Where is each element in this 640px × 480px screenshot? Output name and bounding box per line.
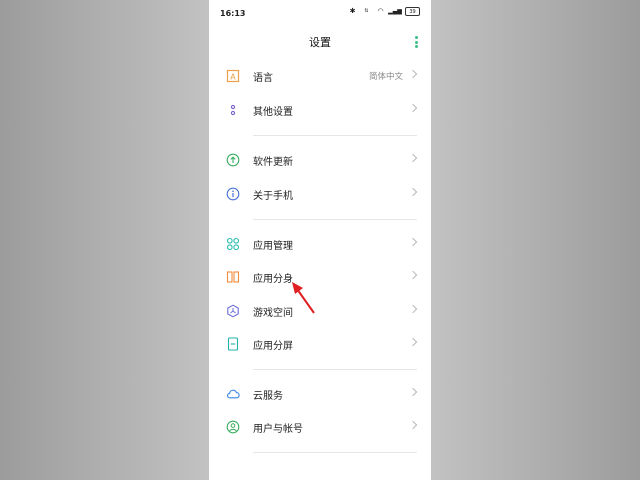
app-clone-icon <box>226 271 240 283</box>
battery-icon: 39 <box>405 7 420 16</box>
divider <box>253 219 417 220</box>
divider <box>253 452 417 453</box>
settings-item-label: 其他设置 <box>253 107 293 118</box>
settings-item-label: 游戏空间 <box>253 308 293 319</box>
settings-item-label: 用户与帐号 <box>253 424 303 435</box>
language-icon: A <box>226 69 240 83</box>
settings-item-label: 关于手机 <box>253 191 293 202</box>
settings-item-language[interactable]: A 语言 简体中文 <box>209 60 431 92</box>
settings-item-other-settings[interactable]: 其他设置 <box>209 94 431 126</box>
status-icons: ✱ ⇅ ◠ ▂▄▆ 39 <box>348 7 420 16</box>
bluetooth-icon: ✱ <box>349 7 356 15</box>
battery-level: 39 <box>409 8 416 15</box>
settings-item-label: 应用管理 <box>253 241 293 252</box>
status-bar: 16:13 ✱ ⇅ ◠ ▂▄▆ 39 <box>209 0 431 26</box>
svg-text:A: A <box>230 73 236 82</box>
chevron-right-icon <box>408 69 418 79</box>
signal-5g-icon: ▂▄▆ <box>388 7 402 15</box>
chevron-right-icon <box>408 304 418 314</box>
page-title: 设置 <box>309 36 331 49</box>
settings-item-label: 应用分屏 <box>253 341 293 352</box>
settings-item-app-clone[interactable]: 应用分身 <box>209 261 431 293</box>
divider <box>253 135 417 136</box>
settings-item-cloud-service[interactable]: 云服务 <box>209 378 431 410</box>
more-settings-icon <box>230 104 236 116</box>
chevron-right-icon <box>408 337 418 347</box>
settings-item-app-management[interactable]: 应用管理 <box>209 228 431 260</box>
app-grid-icon <box>226 237 240 251</box>
network-speed-icon: ⇅ <box>364 8 369 14</box>
settings-item-label: 云服务 <box>253 391 283 402</box>
chevron-right-icon <box>408 270 418 280</box>
update-icon <box>226 153 240 167</box>
wifi-icon: ◠ <box>377 7 384 15</box>
settings-item-value: 简体中文 <box>368 72 403 82</box>
settings-item-software-update[interactable]: 软件更新 <box>209 144 431 176</box>
split-screen-icon <box>227 337 239 351</box>
settings-item-label: 应用分身 <box>253 274 293 285</box>
game-space-icon <box>227 304 239 318</box>
phone-screen: 16:13 ✱ ⇅ ◠ ▂▄▆ 39 设置 A 语言 简体中文 其他设置 软件更… <box>209 0 431 480</box>
chevron-right-icon <box>408 187 418 197</box>
settings-item-game-space[interactable]: 游戏空间 <box>209 295 431 327</box>
chevron-right-icon <box>408 237 418 247</box>
account-icon <box>226 420 240 434</box>
chevron-right-icon <box>408 103 418 113</box>
settings-item-users-accounts[interactable]: 用户与帐号 <box>209 411 431 443</box>
settings-item-split-screen[interactable]: 应用分屏 <box>209 328 431 360</box>
chevron-right-icon <box>408 153 418 163</box>
more-options-icon[interactable] <box>414 36 418 48</box>
status-time: 16:13 <box>220 9 246 18</box>
divider <box>253 369 417 370</box>
chevron-right-icon <box>408 387 418 397</box>
settings-item-label: 软件更新 <box>253 157 293 168</box>
cloud-icon <box>226 389 240 399</box>
settings-item-about-phone[interactable]: 关于手机 <box>209 178 431 210</box>
info-icon <box>226 187 240 201</box>
chevron-right-icon <box>408 420 418 430</box>
settings-item-label: 语言 <box>253 73 273 84</box>
